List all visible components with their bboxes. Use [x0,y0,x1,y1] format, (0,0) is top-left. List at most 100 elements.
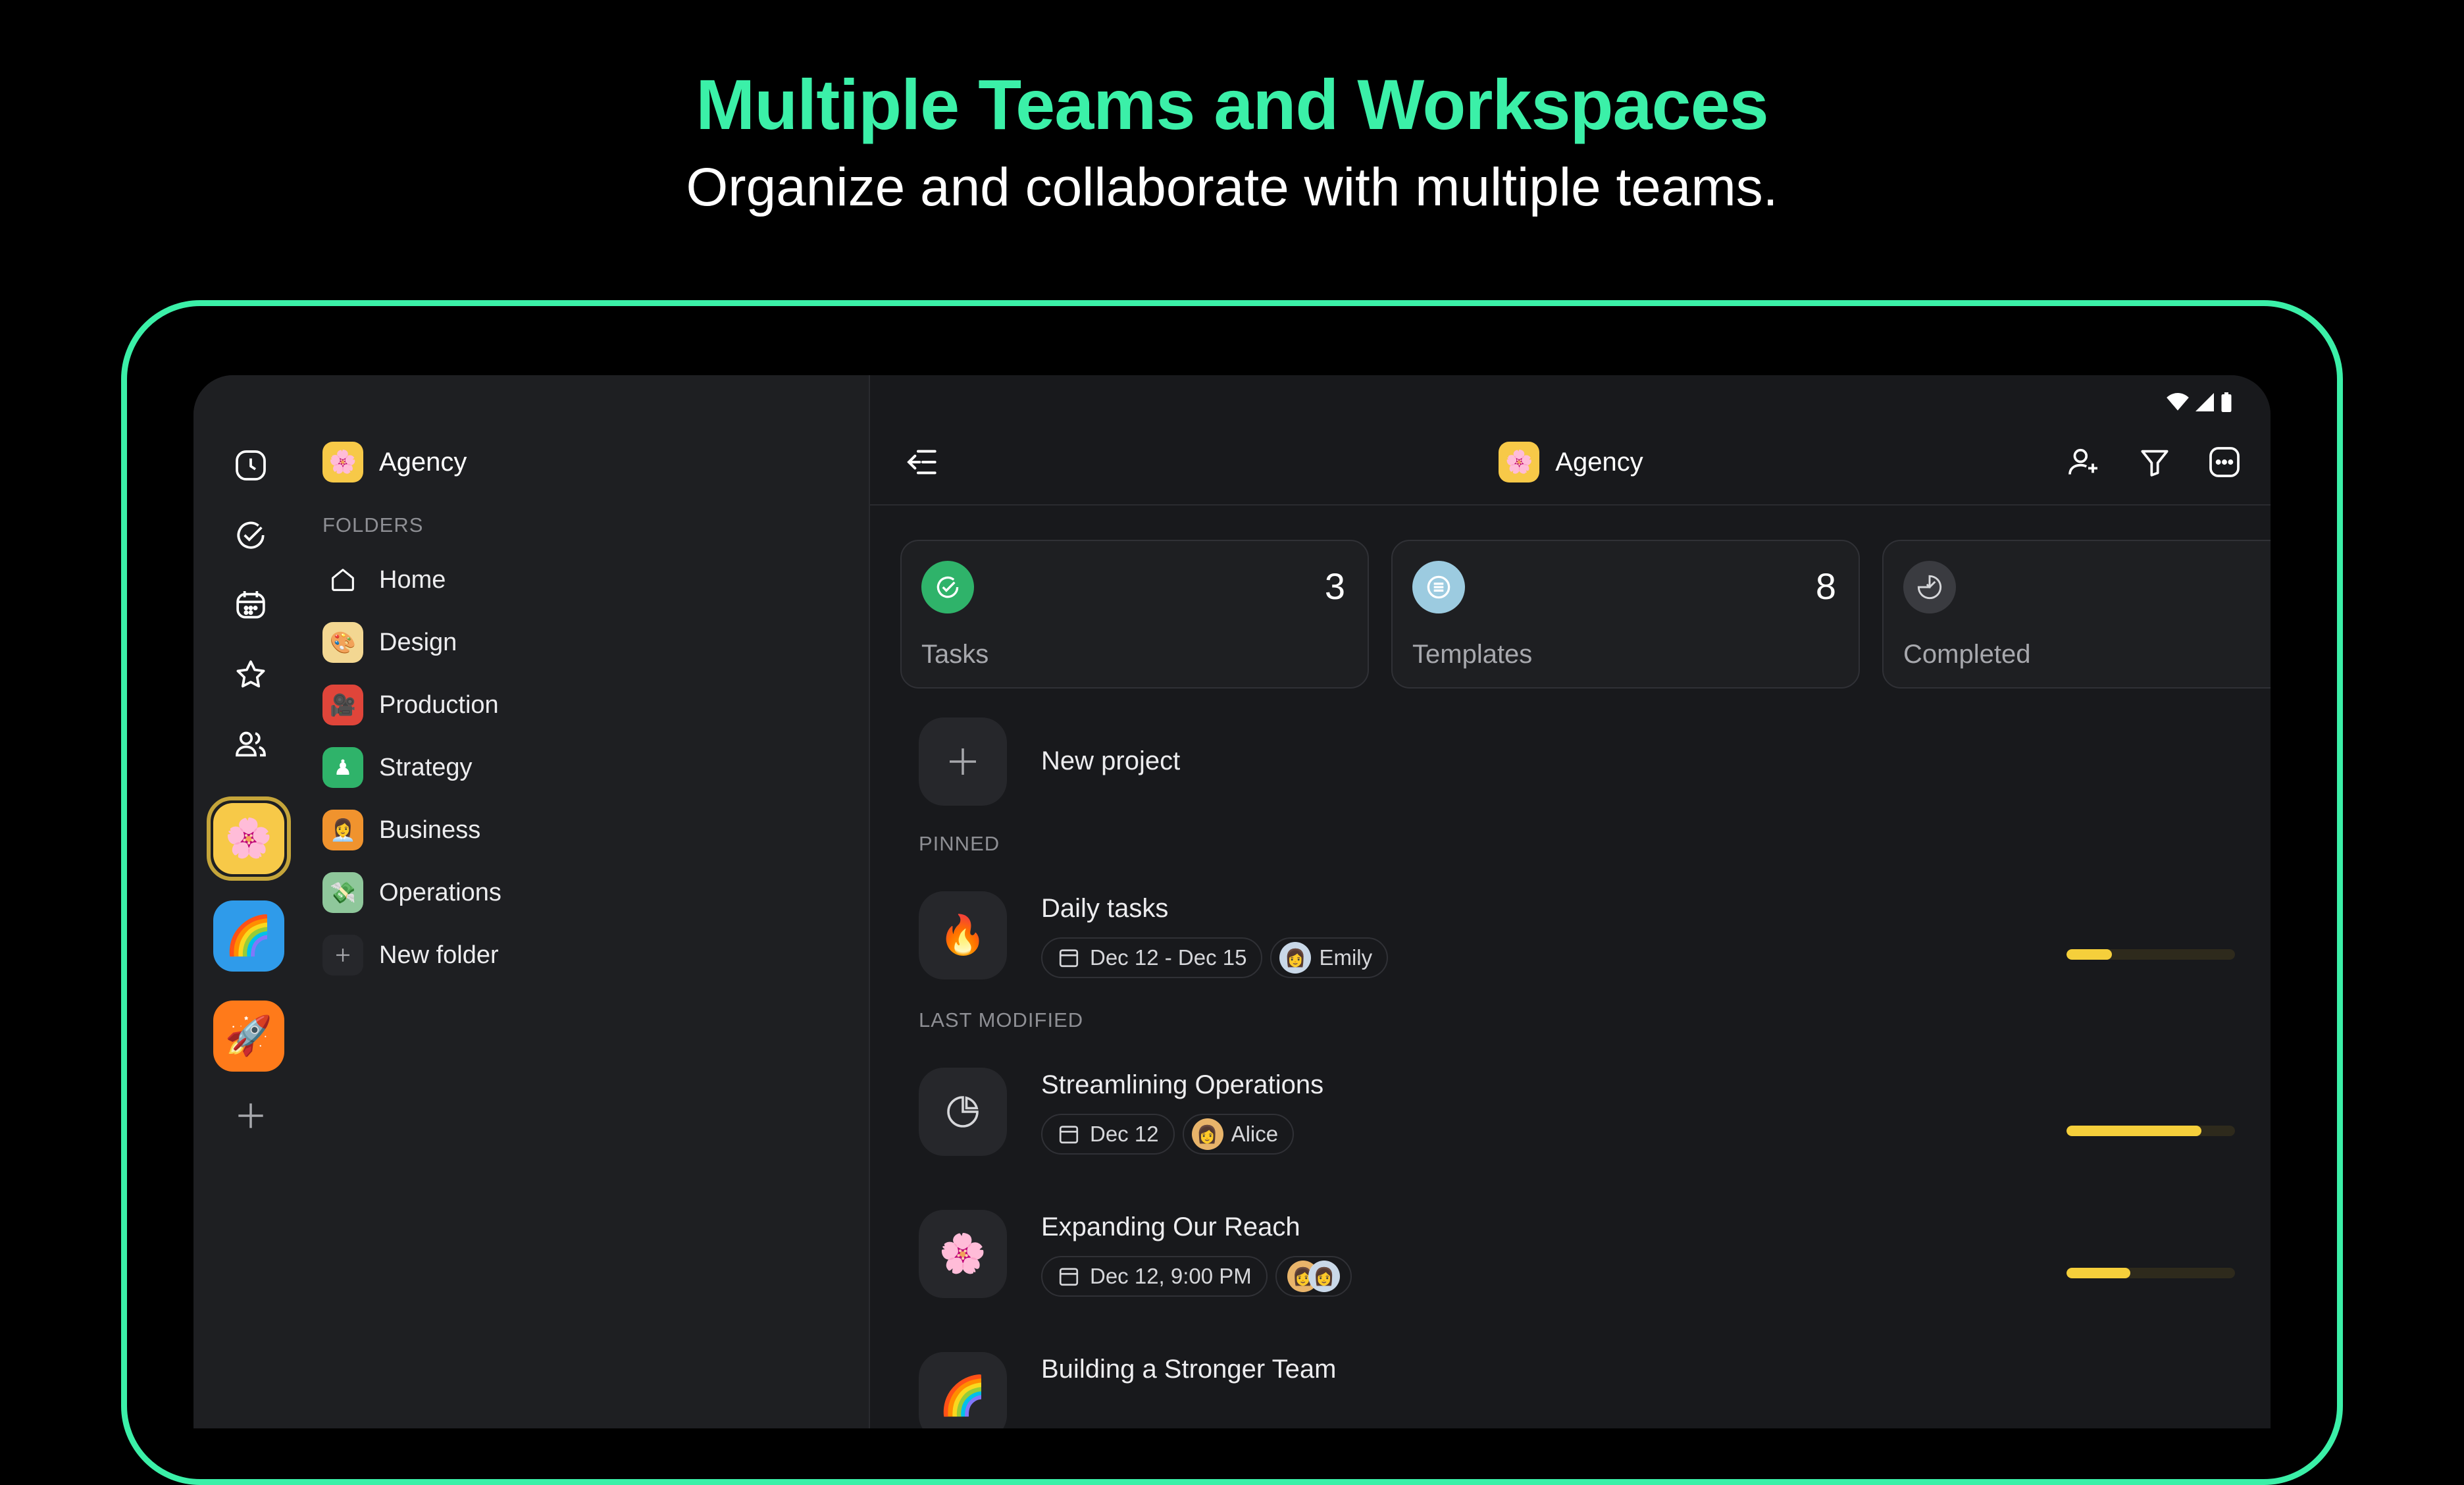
avatar: 👩 [1191,1118,1223,1150]
last-modified-heading: LAST MODIFIED [919,1008,1084,1031]
date-text: Dec 12 - Dec 15 [1090,945,1247,970]
add-member-button[interactable] [2063,441,2105,483]
workspace-rocket[interactable]: 🚀 [213,1001,284,1072]
avatar: 👩 [1279,942,1312,974]
wifi-icon [2167,393,2189,411]
project-emoji: 🌸 [938,1232,987,1275]
clock-icon[interactable] [228,442,274,488]
template-icon [1412,561,1465,613]
project-streamlining-operations[interactable]: Streamlining Operations Dec 12 👩 Alice [919,1068,2235,1173]
folder-emoji: 🎨 [330,631,356,654]
sidebar-workspace-name: Agency [379,447,467,477]
date-text: Dec 12, 9:00 PM [1090,1264,1252,1288]
assignees-chip[interactable]: 👩 👩 [1275,1256,1352,1297]
filter-icon [2141,450,2169,477]
fire-icon: 🔥 [919,891,1007,979]
workspace-emoji: 🌈 [224,914,273,957]
flower-icon: 🌸 [919,1210,1007,1298]
date-chip[interactable]: Dec 12, 9:00 PM [1041,1256,1268,1297]
assignee-chip[interactable]: 👩 Emily [1270,937,1389,978]
calendar-icon [1059,949,1079,968]
sidebar-item-label: Home [379,565,446,594]
pinned-heading: PINNED [919,832,1000,855]
more-icon [2209,447,2240,477]
workspace-emoji: 🌸 [1505,450,1533,475]
stat-count: 3 [1324,565,1345,607]
sidebar-workspace-header[interactable]: 🌸 Agency [322,441,467,483]
progress-fill [2066,1268,2131,1278]
sidebar-item-business[interactable]: 👩‍💼 Business [322,809,480,851]
sidebar-item-label: Strategy [379,753,473,781]
star-icon[interactable] [228,652,274,698]
assignee-chip[interactable]: 👩 Alice [1182,1114,1295,1155]
workspace-badge: 🌸 [322,442,363,482]
progress-fill [2066,1126,2201,1136]
main-content: 🌸 Agency 3 Tasks 8 Templates Completed N… [869,375,2271,1428]
calendar-icon [1059,1126,1079,1144]
sidebar-item-label: Operations [379,878,501,906]
plus-icon [919,717,1007,806]
pie-icon [919,1068,1007,1156]
progress-bar [2066,1126,2235,1136]
status-bar [2167,392,2232,412]
hero-title: Multiple Teams and Workspaces [696,65,1769,144]
check-circle-icon[interactable] [228,512,274,558]
stat-label: Tasks [921,640,989,669]
project-name: Building a Stronger Team [1041,1355,1337,1384]
home-icon [322,560,363,600]
new-folder-button[interactable]: New folder [322,934,499,976]
camera-icon: 🎥 [322,685,363,725]
workspace-title: Agency [1555,447,1643,477]
project-daily-tasks[interactable]: 🔥 Daily tasks Dec 12 - Dec 15 👩 Emily [919,891,2235,997]
add-workspace-icon[interactable] [228,1093,274,1139]
date-chip[interactable]: Dec 12 - Dec 15 [1041,937,1263,978]
plus-icon [322,935,363,976]
chess-icon: ♟ [322,747,363,788]
date-text: Dec 12 [1090,1122,1159,1146]
progress-bar [2066,949,2235,960]
pie-icon [1903,561,1956,613]
palette-icon: 🎨 [322,622,363,663]
stat-card-completed[interactable]: 8 Completed [1882,540,2271,689]
signal-icon [2195,393,2214,411]
sidebar: 🌸 Agency FOLDERS Home 🎨 Design 🎥 Product… [312,375,869,1428]
workspace-rainbow[interactable]: 🌈 [213,900,284,972]
date-chip[interactable]: Dec 12 [1041,1114,1175,1155]
project-emoji: 🌈 [938,1374,987,1417]
folder-emoji: ♟ [333,756,353,779]
hero-subtitle: Organize and collaborate with multiple t… [686,157,1778,217]
battery-icon [2221,392,2232,412]
sidebar-item-label: Production [379,690,499,719]
add-user-icon [2068,448,2097,475]
stat-label: Completed [1903,640,2031,669]
stat-card-tasks[interactable]: 3 Tasks [900,540,1369,689]
workspace-emoji: 🚀 [224,1014,273,1057]
new-project-button[interactable]: New project [919,717,2235,823]
workspace-emoji: 🌸 [328,450,357,475]
businesswoman-icon: 👩‍💼 [322,810,363,850]
project-name: Streamlining Operations [1041,1070,1324,1099]
topbar-divider [870,504,2271,506]
stat-card-templates[interactable]: 8 Templates [1391,540,1860,689]
progress-fill [2066,949,2113,960]
more-options-button[interactable] [2203,441,2246,483]
workspace-agency[interactable]: 🌸 [213,803,284,874]
folder-emoji: 🎥 [330,693,356,717]
assignee-name: Emily [1319,945,1373,970]
sidebar-item-strategy[interactable]: ♟ Strategy [322,746,473,789]
topbar-title: 🌸 Agency [870,441,2271,483]
stat-label: Templates [1412,640,1533,669]
sidebar-item-label: Design [379,628,457,656]
sidebar-item-operations[interactable]: 💸 Operations [322,872,501,914]
project-expanding-our-reach[interactable]: 🌸 Expanding Our Reach Dec 12, 9:00 PM 👩 … [919,1210,2235,1315]
calendar-icon[interactable] [228,582,274,628]
users-icon[interactable] [228,721,274,768]
avatar: 👩 [1308,1261,1340,1292]
new-folder-label: New folder [379,941,499,969]
project-building-a-stronger-team[interactable]: 🌈 Building a Stronger Team [919,1352,2235,1428]
filter-button[interactable] [2134,441,2176,483]
sidebar-item-design[interactable]: 🎨 Design [322,621,457,664]
sidebar-item-home[interactable]: Home [322,559,446,601]
rainbow-icon: 🌈 [919,1352,1007,1428]
sidebar-item-production[interactable]: 🎥 Production [322,684,499,726]
